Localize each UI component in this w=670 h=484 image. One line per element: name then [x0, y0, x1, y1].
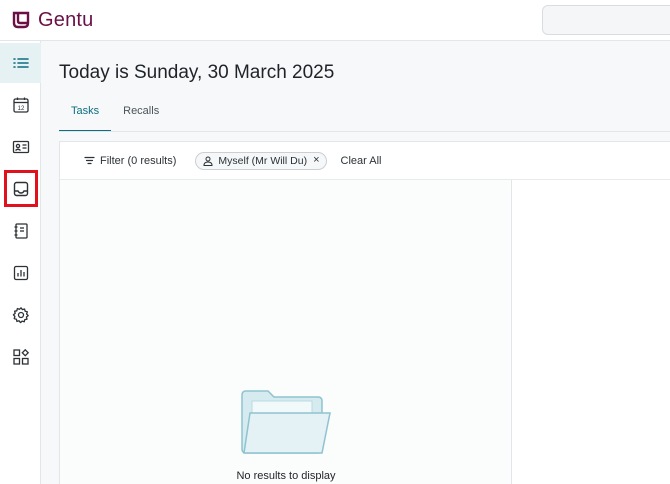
- tasks-panel: Filter (0 results) Myself (Mr Will Du) ×…: [59, 141, 670, 484]
- task-detail-pane: [512, 180, 670, 484]
- tabs-divider: [59, 131, 670, 132]
- tab-bar: Tasks Recalls: [59, 95, 171, 132]
- list-icon: [12, 58, 29, 68]
- nav-item-settings[interactable]: [0, 295, 41, 335]
- nav-item-appointments[interactable]: 12: [0, 85, 41, 125]
- filter-bar: Filter (0 results) Myself (Mr Will Du) ×…: [60, 142, 670, 180]
- calendar-day-label: 12: [17, 106, 24, 112]
- tab-tasks[interactable]: Tasks: [59, 95, 112, 132]
- filter-icon: [84, 156, 95, 165]
- left-nav-rail: 12: [0, 41, 41, 484]
- top-bar: Gentu: [0, 0, 670, 41]
- filter-label: Filter (0 results): [100, 154, 177, 167]
- filter-chip-myself: Myself (Mr Will Du) ×: [195, 151, 327, 170]
- gentu-logo-icon: [12, 11, 30, 29]
- person-icon: [203, 156, 213, 166]
- inbox-icon: [13, 181, 28, 197]
- nav-item-address-book[interactable]: [0, 211, 41, 251]
- filter-chip-label: Myself (Mr Will Du): [218, 154, 308, 167]
- filter-button[interactable]: Filter (0 results): [84, 155, 176, 167]
- app-name: Gentu: [38, 9, 94, 31]
- nav-item-inbox[interactable]: [0, 169, 41, 209]
- apps-icon: [12, 348, 29, 365]
- notebook-icon: [14, 223, 28, 239]
- page-title: Today is Sunday, 30 March 2025: [59, 62, 335, 83]
- bar-chart-icon: [13, 265, 28, 281]
- nav-item-apps[interactable]: [0, 337, 41, 377]
- id-card-icon: [12, 140, 29, 154]
- tab-recalls[interactable]: Recalls: [111, 95, 171, 132]
- nav-item-reports[interactable]: [0, 253, 41, 293]
- main-content: Today is Sunday, 30 March 2025 Tasks Rec…: [41, 41, 670, 484]
- folder-icon: [241, 390, 331, 454]
- gear-icon: [12, 307, 29, 324]
- calendar-icon: 12: [12, 97, 29, 113]
- empty-state-message: No results to display: [236, 470, 336, 482]
- app-logo[interactable]: Gentu: [12, 8, 93, 32]
- search-input[interactable]: [542, 5, 670, 35]
- clear-all-button[interactable]: Clear All: [341, 155, 382, 167]
- close-icon[interactable]: ×: [313, 155, 319, 166]
- nav-item-tasks[interactable]: [0, 43, 41, 83]
- nav-item-patients[interactable]: [0, 127, 41, 167]
- task-list-pane: No results to display: [60, 180, 512, 484]
